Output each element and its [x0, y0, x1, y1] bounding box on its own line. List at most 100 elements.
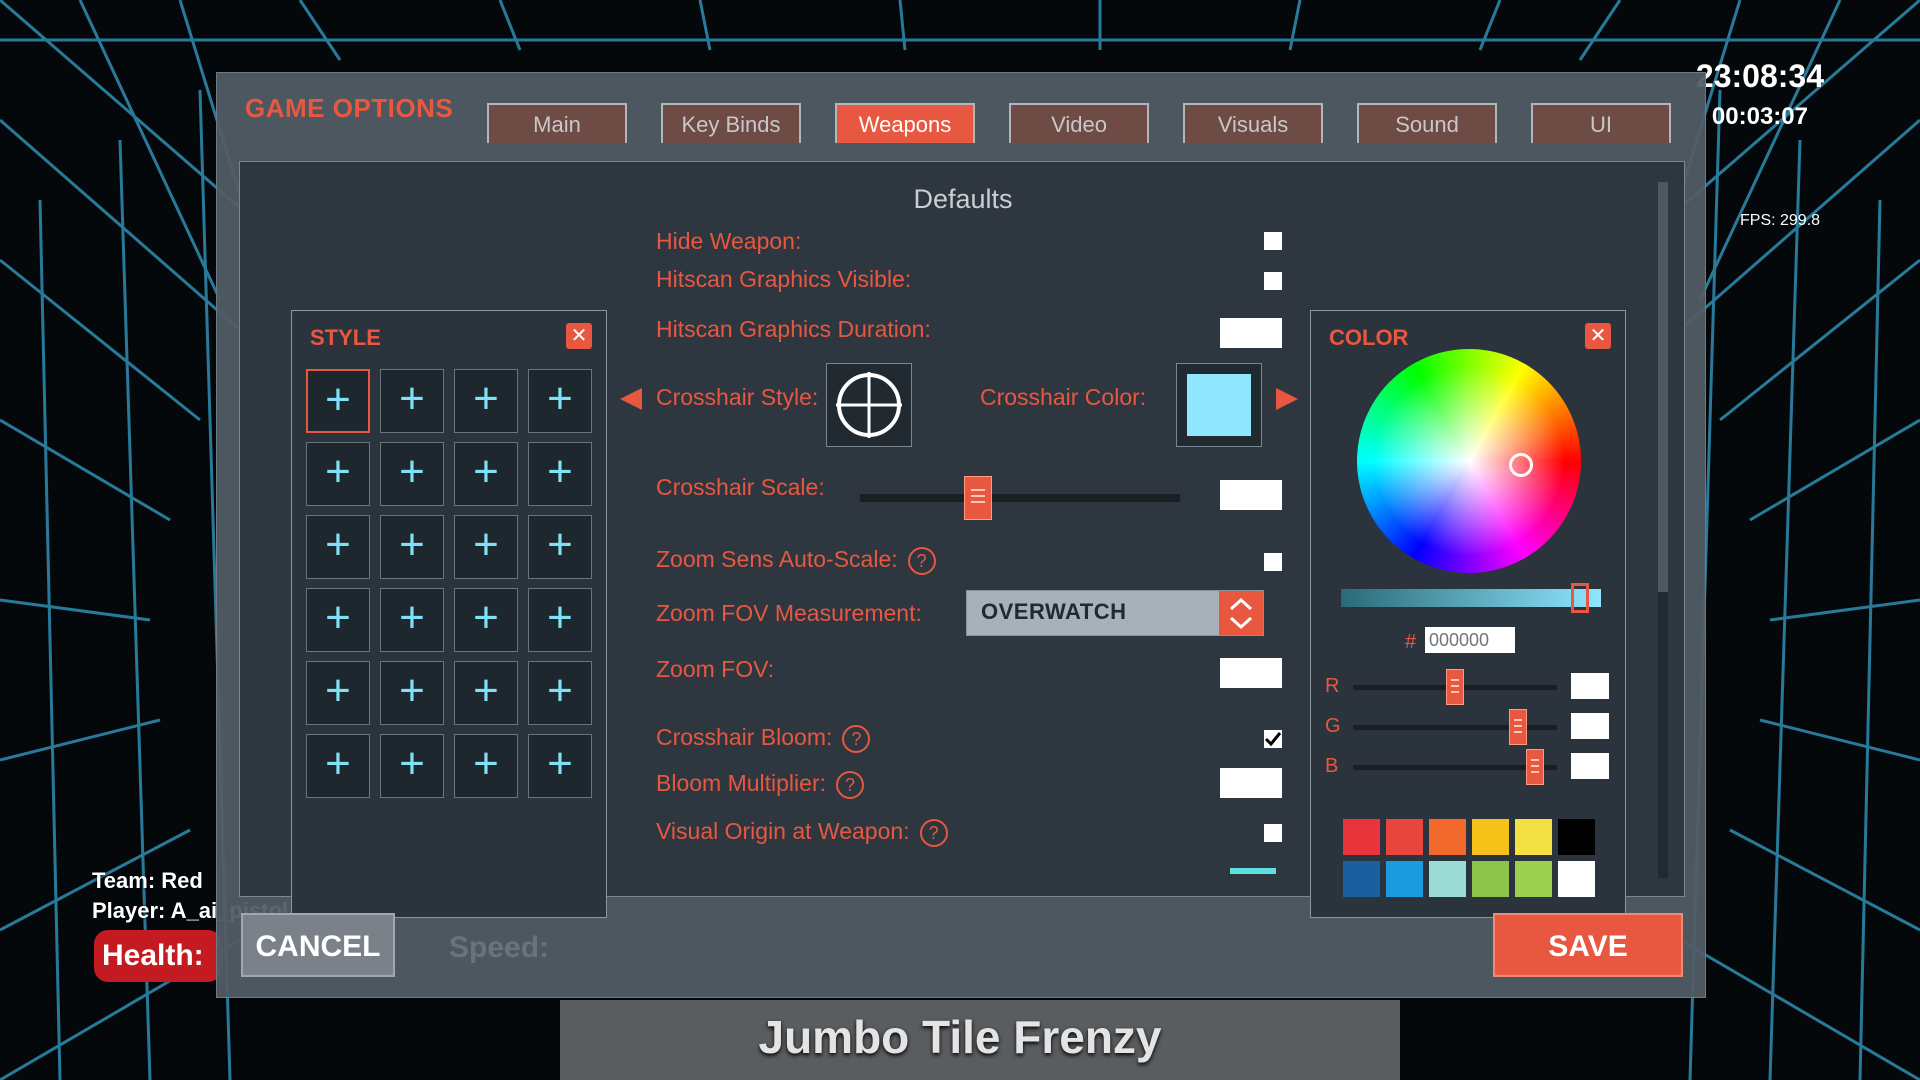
crosshair-style-option[interactable]: +	[380, 588, 444, 652]
channel-value-field[interactable]	[1571, 753, 1609, 779]
color-swatch[interactable]	[1515, 861, 1552, 897]
visual-origin-text: Visual Origin at Weapon:	[656, 818, 910, 844]
tab-key-binds[interactable]: Key Binds	[661, 103, 801, 143]
bloom-multiplier-field[interactable]	[1220, 768, 1282, 798]
color-close-button[interactable]: ✕	[1585, 323, 1611, 349]
tab-label: Video	[1051, 112, 1107, 137]
crosshair-style-option[interactable]: +	[454, 369, 518, 433]
crosshair-style-option[interactable]: +	[380, 661, 444, 725]
help-icon[interactable]: ?	[842, 724, 871, 753]
crosshair-style-option[interactable]: +	[454, 734, 518, 798]
channel-slider-handle[interactable]	[1525, 749, 1544, 785]
zoom-autoscale-text: Zoom Sens Auto-Scale:	[656, 546, 898, 572]
tab-sound[interactable]: Sound	[1357, 103, 1497, 143]
crosshair-style-option[interactable]: +	[380, 442, 444, 506]
help-icon[interactable]: ?	[907, 546, 936, 575]
crosshair-scale-field[interactable]	[1220, 480, 1282, 510]
style-close-button[interactable]: ✕	[566, 323, 592, 349]
crosshair-scale-track[interactable]	[860, 494, 1180, 502]
crosshair-style-option[interactable]: +	[380, 734, 444, 798]
tab-video[interactable]: Video	[1009, 103, 1149, 143]
hitscan-visible-checkbox[interactable]	[1264, 272, 1282, 290]
game-options-window: GAME OPTIONS Main Key Binds Weapons Vide…	[216, 72, 1706, 998]
hitscan-visible-label: Hitscan Graphics Visible:	[656, 266, 912, 292]
crosshair-style-option[interactable]: +	[306, 515, 370, 579]
channel-label: B	[1325, 755, 1339, 777]
help-icon[interactable]: ?	[919, 818, 948, 847]
channel-label: G	[1325, 715, 1341, 737]
crosshair-style-option[interactable]: +	[454, 515, 518, 579]
color-swatch[interactable]	[1558, 861, 1595, 897]
color-swatch[interactable]	[1386, 861, 1423, 897]
crosshair-style-option[interactable]: +	[528, 369, 592, 433]
hitscan-duration-label: Hitscan Graphics Duration:	[656, 316, 931, 342]
cancel-button[interactable]: CANCEL	[241, 913, 395, 977]
crosshair-color-label: Crosshair Color:	[980, 384, 1147, 410]
channel-slider-handle[interactable]	[1509, 709, 1528, 745]
select-arrows-icon[interactable]	[1219, 591, 1263, 635]
color-swatch[interactable]	[1515, 819, 1552, 855]
game-title: Jumbo Tile Frenzy	[758, 1011, 1162, 1063]
channel-slider-handle[interactable]	[1446, 669, 1464, 705]
zoom-fov-measure-select[interactable]: OVERWATCH	[966, 590, 1264, 636]
crosshair-style-option[interactable]: +	[380, 515, 444, 579]
color-swatch[interactable]	[1472, 819, 1509, 855]
crosshair-style-option[interactable]: +	[454, 588, 518, 652]
channel-value-field[interactable]	[1571, 713, 1609, 739]
crosshair-style-option[interactable]: +	[528, 661, 592, 725]
scrollbar-thumb[interactable]	[1658, 182, 1668, 592]
crosshair-style-option[interactable]: +	[306, 734, 370, 798]
tab-label: Visuals	[1217, 112, 1289, 137]
color-swatch[interactable]	[1429, 861, 1466, 897]
tab-visuals[interactable]: Visuals	[1183, 103, 1323, 143]
crosshair-style-option[interactable]: +	[528, 442, 592, 506]
visual-origin-label: Visual Origin at Weapon:?	[656, 818, 948, 847]
crosshair-style-option[interactable]: +	[306, 369, 370, 433]
crosshair-next-arrow[interactable]	[1276, 388, 1298, 410]
crosshair-style-option[interactable]: +	[306, 661, 370, 725]
zoom-autoscale-checkbox[interactable]	[1264, 553, 1282, 571]
help-icon[interactable]: ?	[836, 770, 864, 799]
tab-weapons[interactable]: Weapons	[835, 103, 975, 143]
hex-input[interactable]	[1425, 627, 1515, 653]
tab-ui[interactable]: UI	[1531, 103, 1671, 143]
channel-value-field[interactable]	[1571, 673, 1609, 699]
brightness-handle[interactable]	[1571, 583, 1590, 613]
crosshair-prev-arrow[interactable]	[620, 388, 642, 410]
zoom-fov-measure-label: Zoom FOV Measurement:	[656, 600, 922, 626]
visual-origin-checkbox[interactable]	[1264, 824, 1282, 842]
color-swatch[interactable]	[1558, 819, 1595, 855]
hitscan-duration-field[interactable]	[1220, 318, 1282, 348]
checkmark-icon	[1264, 732, 1282, 747]
crosshair-style-option[interactable]: +	[454, 442, 518, 506]
clock: 23:08:34	[1695, 58, 1824, 94]
crosshair-style-option[interactable]: +	[306, 588, 370, 652]
color-swatch[interactable]	[1386, 819, 1423, 855]
color-wheel-cursor[interactable]	[1509, 453, 1533, 477]
zoom-fov-field[interactable]	[1220, 658, 1282, 688]
crosshair-color-preview[interactable]	[1176, 363, 1262, 447]
crosshair-icon	[836, 372, 902, 438]
crosshair-style-option[interactable]: +	[528, 588, 592, 652]
settings-panel: Defaults STYLE ✕ + + + + + + + + + + + + + + + + + + + + + + +…	[239, 161, 1685, 918]
tab-main[interactable]: Main	[487, 103, 627, 143]
crosshair-style-preview[interactable]	[826, 363, 912, 447]
crosshair-bloom-checkbox[interactable]	[1264, 730, 1282, 748]
bloom-multiplier-label: Bloom Multiplier:?	[656, 770, 864, 799]
color-swatch[interactable]	[1343, 861, 1380, 897]
crosshair-style-option[interactable]: +	[306, 442, 370, 506]
crosshair-scale-handle[interactable]	[964, 476, 993, 520]
crosshair-style-option[interactable]: +	[528, 734, 592, 798]
crosshair-style-option[interactable]: +	[454, 661, 518, 725]
color-swatch[interactable]	[1429, 819, 1466, 855]
hide-weapon-checkbox[interactable]	[1264, 232, 1282, 250]
color-wheel[interactable]	[1357, 349, 1581, 573]
brightness-bar[interactable]	[1341, 589, 1601, 607]
crosshair-bloom-label: Crosshair Bloom:?	[656, 724, 871, 753]
color-swatch[interactable]	[1343, 819, 1380, 855]
color-swatch[interactable]	[1472, 861, 1509, 897]
crosshair-style-option[interactable]: +	[380, 369, 444, 433]
crosshair-style-option[interactable]: +	[528, 515, 592, 579]
save-button[interactable]: SAVE	[1493, 913, 1683, 977]
tab-label: Sound	[1395, 112, 1459, 137]
